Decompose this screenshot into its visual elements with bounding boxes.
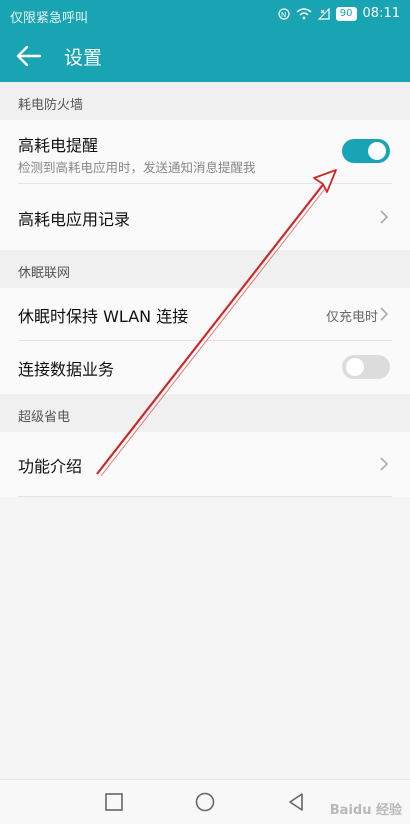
section-header-super-saver: 超级省电 xyxy=(0,394,410,432)
page-title: 设置 xyxy=(64,47,103,69)
svg-text:N: N xyxy=(281,11,286,19)
high-power-alert-toggle[interactable] xyxy=(342,139,390,163)
wifi-icon xyxy=(296,7,312,19)
keep-wlan-title: 休眠时保持 WLAN 连接 xyxy=(18,307,189,326)
toggle-knob xyxy=(346,358,364,376)
empty-area xyxy=(0,497,410,779)
high-power-log-row[interactable]: 高耗电应用记录 xyxy=(0,184,410,250)
clock-text: 08:11 xyxy=(362,6,400,21)
high-power-alert-title: 高耗电提醒 xyxy=(18,136,99,155)
status-icons: N 90 08:11 xyxy=(278,6,400,21)
section-header-power-firewall: 耗电防火墙 xyxy=(0,82,410,120)
mobile-data-toggle[interactable] xyxy=(342,355,390,379)
high-power-alert-subtitle: 检测到高耗电应用时，发送通知消息提醒我 xyxy=(18,160,256,175)
status-carrier-text: 仅限紧急呼叫 xyxy=(10,11,89,26)
back-arrow-icon[interactable] xyxy=(14,42,44,70)
keep-wlan-value: 仅充电时 xyxy=(325,310,378,325)
high-power-log-title: 高耗电应用记录 xyxy=(18,210,131,229)
app-bar: 设置 xyxy=(0,30,410,82)
feature-intro-row[interactable]: 功能介绍 xyxy=(0,432,410,497)
toggle-knob xyxy=(368,142,386,160)
mobile-data-title: 连接数据业务 xyxy=(18,360,115,379)
status-bar: 仅限紧急呼叫 N 90 08:11 xyxy=(0,0,410,30)
chevron-right-icon xyxy=(380,210,389,224)
no-signal-icon xyxy=(317,7,330,20)
keep-wlan-row[interactable]: 休眠时保持 WLAN 连接 仅充电时 xyxy=(0,288,410,341)
back-nav-icon[interactable] xyxy=(286,792,306,812)
section-header-sleep-network: 休眠联网 xyxy=(0,250,410,288)
high-power-alert-row[interactable]: 高耗电提醒 检测到高耗电应用时，发送通知消息提醒我 xyxy=(0,120,410,184)
recent-apps-icon[interactable] xyxy=(104,792,124,812)
battery-icon: 90 xyxy=(335,6,357,21)
home-icon[interactable] xyxy=(195,792,215,812)
chevron-right-icon xyxy=(380,307,389,321)
baidu-watermark: Baidu 经验 xyxy=(329,803,402,818)
chevron-right-icon xyxy=(380,457,389,471)
nfc-icon: N xyxy=(278,7,290,20)
navigation-bar: Baidu 经验 xyxy=(0,779,410,824)
mobile-data-row[interactable]: 连接数据业务 xyxy=(0,341,410,394)
feature-intro-title: 功能介绍 xyxy=(18,457,83,476)
